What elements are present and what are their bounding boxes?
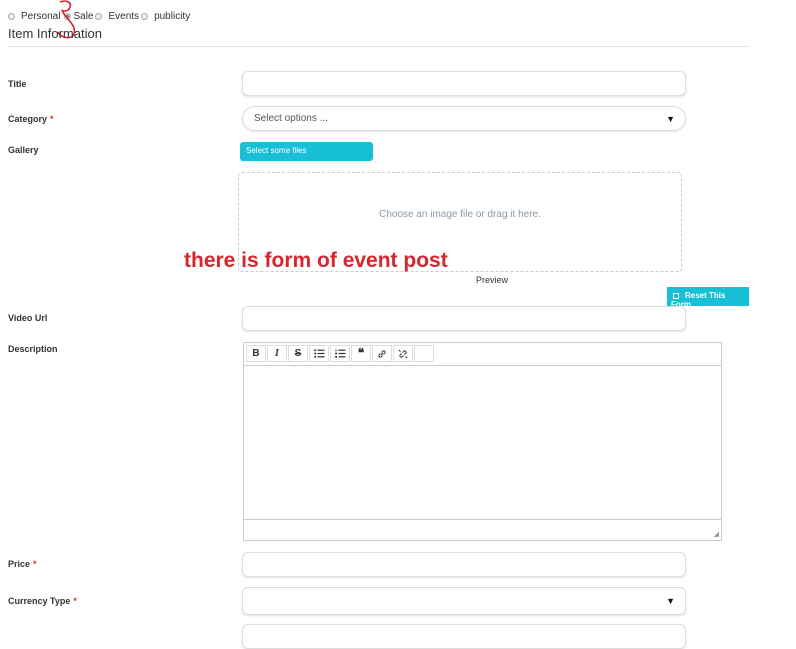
numbered-list-icon[interactable]: [330, 345, 350, 362]
select-files-button[interactable]: Select some files: [240, 142, 373, 161]
resize-handle-icon[interactable]: ◢: [714, 530, 719, 538]
currency-type-label-text: Currency Type: [8, 596, 71, 606]
video-url-label: Video Url: [8, 313, 48, 323]
post-type-radio-group: Personal Sale Events publicity: [8, 11, 194, 22]
radio-publicity-label: publicity: [154, 11, 191, 22]
strikethrough-icon[interactable]: S: [288, 345, 308, 362]
quote-icon[interactable]: ❝: [351, 345, 371, 362]
caret-down-icon: ▼: [666, 596, 675, 606]
currency-type-select[interactable]: ▼: [242, 587, 686, 615]
unlink-icon[interactable]: [393, 345, 413, 362]
category-label: Category *: [8, 114, 54, 124]
category-label-text: Category: [8, 114, 48, 124]
square-icon: [673, 292, 679, 299]
bold-icon[interactable]: B: [246, 345, 266, 362]
link-icon[interactable]: [372, 345, 392, 362]
gallery-label: Gallery: [8, 145, 39, 155]
video-url-input[interactable]: [242, 306, 686, 331]
next-field-input[interactable]: [242, 624, 686, 649]
dropzone-text: Choose an image file or drag it here.: [379, 209, 541, 220]
required-marker: *: [33, 559, 37, 569]
bullet-list-icon[interactable]: [309, 345, 329, 362]
description-label: Description: [8, 344, 58, 354]
description-textarea[interactable]: [244, 366, 721, 521]
annotation-text: there is form of event post: [184, 249, 448, 272]
currency-type-label: Currency Type *: [8, 596, 77, 606]
editor-statusbar: ◢: [244, 519, 721, 540]
editor-toolbar: B I S ❝: [244, 343, 721, 366]
title-label: Title: [8, 79, 27, 89]
reset-form-button[interactable]: Reset This Form: [667, 287, 749, 309]
section-title: Item Information: [8, 26, 102, 41]
radio-events[interactable]: [95, 13, 103, 20]
price-label: Price *: [8, 559, 37, 569]
radio-publicity[interactable]: [141, 13, 149, 20]
italic-icon[interactable]: I: [267, 345, 287, 362]
caret-down-icon: ▼: [666, 114, 675, 124]
required-marker: *: [73, 596, 77, 606]
description-editor: B I S ❝ ◢: [243, 342, 722, 541]
category-select[interactable]: Select options ... ▼: [242, 106, 686, 131]
price-input[interactable]: [242, 552, 686, 577]
radio-events-label: Events: [108, 11, 140, 22]
section-divider: [8, 46, 749, 47]
radio-personal[interactable]: [8, 13, 15, 20]
empty-toolbar-button[interactable]: [414, 345, 434, 362]
price-label-text: Price: [8, 559, 31, 569]
required-marker: *: [50, 114, 54, 124]
category-placeholder: Select options ...: [254, 113, 328, 124]
title-input[interactable]: [242, 71, 686, 96]
preview-label: Preview: [476, 275, 509, 285]
